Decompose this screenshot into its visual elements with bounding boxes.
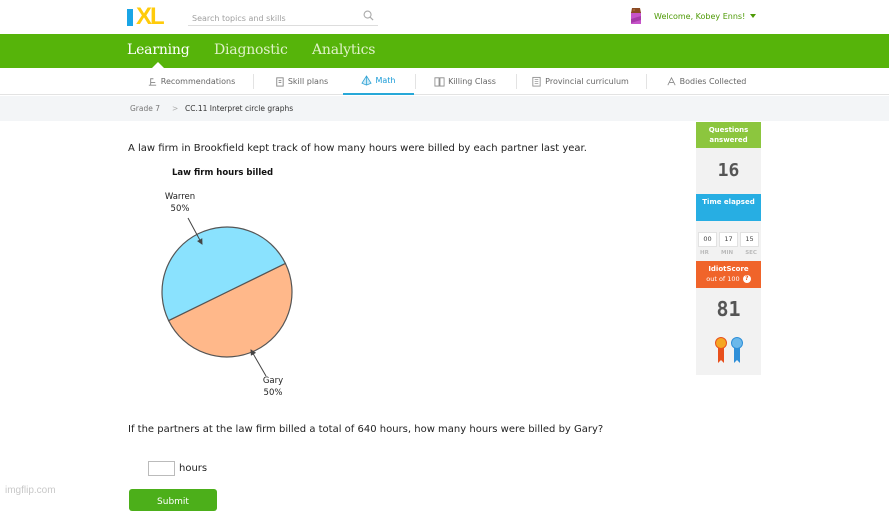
gary-label-arrow	[250, 349, 267, 377]
welcome-text[interactable]: Welcome, Kobey Enns!	[654, 12, 745, 21]
timer: 00 17 15	[696, 232, 761, 247]
breadcrumb-grade[interactable]: Grade 7	[130, 104, 160, 113]
score-header: IdiotScore out of 100 ?	[696, 261, 761, 288]
tab-math[interactable]: Math	[343, 68, 414, 95]
sub-nav: Recommendations Skill plans Math Killing…	[0, 68, 889, 95]
timer-minutes: 17	[719, 232, 738, 247]
score-title: IdiotScore	[708, 265, 749, 273]
help-icon[interactable]: ?	[742, 274, 751, 283]
list-icon	[532, 76, 541, 87]
clipboard-icon	[276, 77, 284, 87]
tab-killing-class[interactable]: Killing Class	[425, 68, 505, 95]
timer-seconds: 15	[740, 232, 759, 247]
time-elapsed-header: Time elapsed	[696, 194, 761, 221]
search-box	[188, 6, 378, 29]
question-intro: A law firm in Brookfield kept track of h…	[128, 143, 587, 154]
nav-diagnostic[interactable]: Diagnostic	[214, 42, 288, 58]
timer-hr-label: HR	[700, 250, 709, 256]
divider	[253, 74, 254, 89]
main-nav: Learning Diagnostic Analytics	[0, 34, 889, 68]
slice-value-warren: 50%	[171, 204, 190, 214]
tab-label: Bodies Collected	[679, 77, 747, 86]
timer-hours: 00	[698, 232, 717, 247]
pie-chart: Warren 50% Gary 50%	[161, 192, 293, 398]
score-sub-text: out of 100	[706, 274, 740, 283]
ribbons	[696, 336, 761, 364]
timer-sec-label: SEC	[745, 250, 757, 256]
score-value: 81	[716, 297, 741, 321]
orange-ribbon-icon	[714, 337, 727, 363]
book-icon	[434, 77, 445, 87]
score-subtitle: out of 100 ?	[696, 274, 761, 285]
tab-bodies-collected[interactable]: Bodies Collected	[656, 68, 756, 95]
tab-label: Math	[375, 76, 396, 85]
answer-input[interactable]	[148, 461, 175, 476]
timer-min-label: MIN	[720, 250, 734, 256]
timer-labels: HR MIN SEC	[696, 250, 761, 256]
blue-ribbon-icon	[730, 337, 743, 363]
questions-answered-value: 16	[717, 160, 740, 181]
answer-row: hours	[148, 461, 207, 476]
watermark: imgflip.com	[5, 485, 56, 496]
logo-l: L	[150, 3, 165, 30]
chair-icon	[148, 78, 156, 86]
tab-label: Killing Class	[448, 77, 496, 86]
answer-unit: hours	[179, 463, 208, 474]
slice-label-gary: Gary	[263, 376, 283, 386]
slice-value-gary: 50%	[264, 388, 283, 398]
questions-answered-header: Questions answered	[696, 122, 761, 148]
logo-x: X	[136, 3, 152, 30]
chart-title: Law firm hours billed	[172, 168, 274, 178]
nav-learning[interactable]: Learning	[127, 42, 190, 58]
breadcrumb: Grade 7 > CC.11 Interpret circle graphs	[0, 96, 889, 121]
slice-label-warren: Warren	[165, 192, 195, 202]
ixl-logo[interactable]: X L	[127, 3, 165, 30]
breadcrumb-skill: CC.11 Interpret circle graphs	[185, 104, 294, 113]
chevron-right-icon: >	[172, 104, 179, 113]
chevron-down-icon[interactable]	[750, 14, 757, 18]
tab-provincial-curriculum[interactable]: Provincial curriculum	[525, 68, 635, 95]
submit-button[interactable]: Submit	[129, 489, 217, 511]
tab-label: Skill plans	[287, 77, 329, 86]
nav-analytics[interactable]: Analytics	[312, 42, 375, 58]
question-prompt: If the partners at the law firm billed a…	[128, 424, 604, 435]
stats-sidebar: Questions answered 16 Time elapsed 00 17…	[696, 122, 761, 375]
tab-label: Recommendations	[160, 77, 236, 86]
divider	[516, 74, 517, 89]
award-icon	[667, 76, 676, 86]
top-bar: X L Welcome, Kobey Enns!	[0, 0, 889, 34]
tab-label: Provincial curriculum	[545, 77, 629, 86]
search-input[interactable]	[188, 8, 358, 29]
user-menu[interactable]: Welcome, Kobey Enns!	[630, 7, 757, 25]
tab-skill-plans[interactable]: Skill plans	[262, 68, 340, 95]
pyramid-icon	[361, 75, 373, 86]
avatar-chocolate-icon	[631, 8, 641, 24]
search-icon[interactable]	[363, 10, 374, 21]
tab-recommendations[interactable]: Recommendations	[140, 68, 242, 95]
logo-i	[127, 8, 133, 26]
divider	[415, 74, 416, 89]
divider	[646, 74, 647, 89]
